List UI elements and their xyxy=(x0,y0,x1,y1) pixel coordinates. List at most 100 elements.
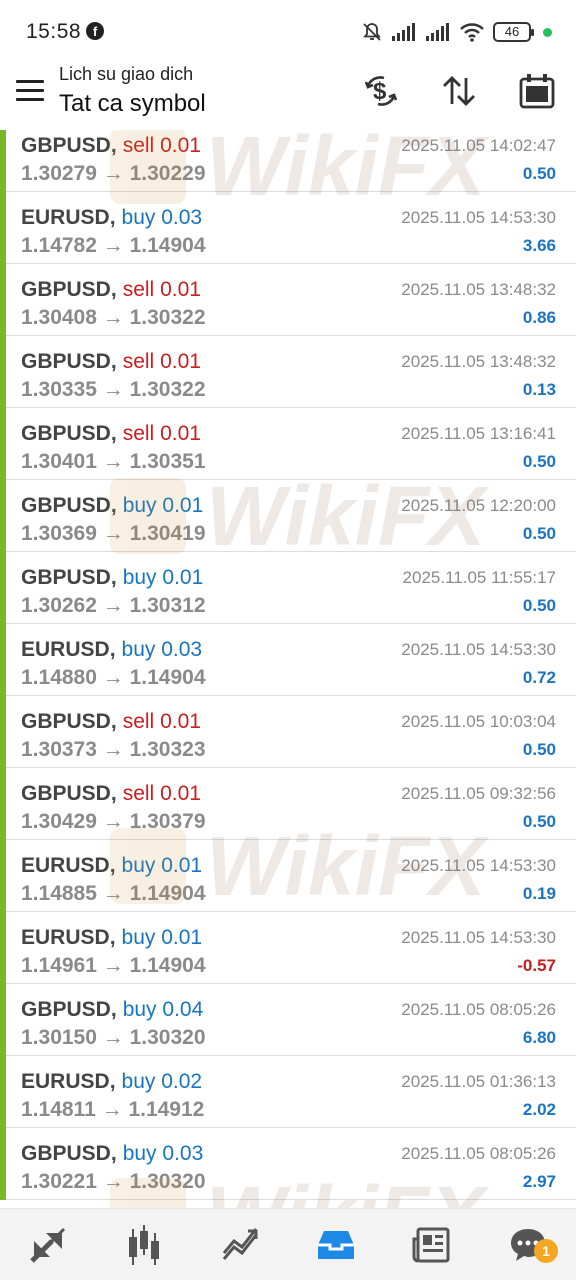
calendar-icon[interactable] xyxy=(518,72,556,110)
close-price: 1.14912 xyxy=(128,1098,205,1121)
trade-row[interactable]: GBPUSD, sell 0.01 1.30279 → 1.30229 2025.11… xyxy=(0,130,576,192)
trade-header: EURUSD, buy 0.03 xyxy=(21,206,202,230)
trade-prices: 1.14880 → 1.14904 xyxy=(21,666,206,690)
trade-row[interactable]: EURUSD, buy 0.03 1.14782 → 1.14904 2025.11.… xyxy=(0,192,576,264)
row-status-bar xyxy=(0,912,6,984)
open-price: 1.14782 xyxy=(21,234,97,257)
trade-header: GBPUSD, buy 0.03 xyxy=(21,1142,203,1166)
trade-separator: , xyxy=(109,206,116,229)
trade-row[interactable]: GBPUSD, sell 0.01 1.30408 → 1.30322 2025.11… xyxy=(0,264,576,336)
trade-volume: 0.04 xyxy=(162,998,204,1021)
trade-profit: 0.50 xyxy=(522,596,556,615)
trade-volume: 0.01 xyxy=(161,926,203,949)
close-price: 1.30320 xyxy=(129,1170,206,1193)
trade-row[interactable]: GBPUSD, sell 0.01 1.30335 → 1.30322 2025.11… xyxy=(0,336,576,408)
arrow-right-icon: → xyxy=(96,666,130,689)
trade-prices: 1.30401 → 1.30351 xyxy=(21,450,206,474)
trade-row[interactable]: EURUSD, buy 0.03 1.14880 → 1.14904 2025.11.… xyxy=(0,624,576,696)
trade-time: 2025.11.05 08:05:26 xyxy=(401,1144,556,1163)
privacy-dot xyxy=(543,27,552,37)
trade-profit: 0.50 xyxy=(522,812,556,831)
trade-prices: 1.14782 → 1.14904 xyxy=(21,234,206,258)
row-status-bar xyxy=(0,984,6,1056)
bottom-nav: 1 xyxy=(0,1208,576,1280)
trade-row[interactable]: GBPUSD, buy 0.04 1.30150 → 1.30320 2025.11.… xyxy=(0,984,576,1056)
header-subtitle: Lich su giao dich xyxy=(59,64,194,84)
arrow-right-icon: → xyxy=(96,738,130,761)
dollar-exchange-icon[interactable]: $ xyxy=(362,72,400,110)
trade-row[interactable]: EURUSD, buy 0.01 1.14885 → 1.14904 2025.11.… xyxy=(0,840,576,912)
facebook-icon: f xyxy=(86,22,104,40)
trade-row[interactable]: GBPUSD, sell 0.01 1.30429 → 1.30379 2025.11… xyxy=(0,768,576,840)
arrow-right-icon: → xyxy=(96,882,130,905)
trade-profit: 0.72 xyxy=(522,668,556,687)
trade-profit: 0.50 xyxy=(522,164,556,183)
row-status-bar xyxy=(0,264,6,336)
trade-header: GBPUSD, buy 0.01 xyxy=(21,494,203,518)
trade-volume: 0.03 xyxy=(162,1142,204,1165)
trade-profit: 0.13 xyxy=(522,380,556,399)
chart-icon xyxy=(129,1224,159,1265)
notification-badge: 1 xyxy=(534,1239,558,1263)
trade-volume: 0.01 xyxy=(160,350,201,373)
trade-time: 2025.11.05 13:48:32 xyxy=(401,280,556,299)
trade-header: EURUSD, buy 0.01 xyxy=(21,854,202,878)
trade-header: GBPUSD, sell 0.01 xyxy=(21,350,201,374)
trade-row[interactable]: GBPUSD, buy 0.01 1.30262 → 1.30312 2025.11.… xyxy=(0,552,576,624)
trade-volume: 0.01 xyxy=(162,494,204,517)
nav-quotes[interactable] xyxy=(0,1209,96,1280)
arrow-right-icon: → xyxy=(96,1026,130,1049)
trade-row[interactable]: GBPUSD, sell 0.01 1.30373 → 1.30323 2025.11… xyxy=(0,696,576,768)
nav-messages[interactable]: 1 xyxy=(480,1209,576,1280)
status-bar: 15:58 f 46 xyxy=(0,0,576,62)
menu-icon[interactable] xyxy=(16,80,44,104)
open-price: 1.30429 xyxy=(21,810,97,833)
trade-time: 2025.11.05 01:36:13 xyxy=(401,1072,556,1091)
trade-action: sell xyxy=(122,422,155,445)
trade-prices: 1.30369 → 1.30419 xyxy=(21,522,206,546)
trade-header: EURUSD, buy 0.03 xyxy=(21,638,202,662)
trade-time: 2025.11.05 14:53:30 xyxy=(401,856,556,875)
header-title[interactable]: Tat ca symbol xyxy=(59,90,206,118)
nav-news[interactable] xyxy=(384,1209,480,1280)
trade-symbol: EURUSD xyxy=(21,1070,110,1093)
trade-separator: , xyxy=(109,1070,116,1093)
trade-separator: , xyxy=(110,278,117,301)
trade-volume: 0.01 xyxy=(160,422,201,445)
trade-row[interactable]: GBPUSD, buy 0.01 1.30369 → 1.30419 2025.11.… xyxy=(0,480,576,552)
trade-row[interactable]: EURUSD, buy 0.01 1.14961 → 1.14904 2025.11.… xyxy=(0,912,576,984)
open-price: 1.30369 xyxy=(21,522,97,545)
trade-action: buy xyxy=(122,494,157,517)
row-status-bar xyxy=(0,840,6,912)
trade-row[interactable]: GBPUSD, sell 0.01 1.30401 → 1.30351 2025.11… xyxy=(0,408,576,480)
row-status-bar xyxy=(0,1128,6,1200)
trade-separator: , xyxy=(110,710,117,733)
trade-time: 2025.11.05 14:53:30 xyxy=(401,928,556,947)
open-price: 1.30279 xyxy=(21,162,97,185)
trade-row[interactable]: GBPUSD, buy 0.03 1.30221 → 1.30320 2025.11.… xyxy=(0,1128,576,1200)
close-price: 1.14904 xyxy=(129,234,206,257)
trade-header: GBPUSD, buy 0.04 xyxy=(21,998,203,1022)
nav-history[interactable] xyxy=(288,1209,384,1280)
trade-symbol: EURUSD xyxy=(21,854,110,877)
close-price: 1.30229 xyxy=(129,162,206,185)
wifi-icon xyxy=(460,23,484,42)
trade-action: buy xyxy=(122,1142,157,1165)
trade-time: 2025.11.05 10:03:04 xyxy=(401,712,556,731)
close-price: 1.14904 xyxy=(129,954,206,977)
close-price: 1.30312 xyxy=(129,594,206,617)
trade-action: sell xyxy=(122,710,155,733)
trade-row[interactable]: EURUSD, buy 0.02 1.14811 → 1.14912 2025.11.… xyxy=(0,1056,576,1128)
arrow-right-icon: → xyxy=(95,1098,129,1121)
trade-action: buy xyxy=(121,854,156,877)
trade-action: sell xyxy=(122,134,155,157)
trade-history-list[interactable]: GBPUSD, sell 0.01 1.30279 → 1.30229 2025.11… xyxy=(0,130,576,1208)
arrow-right-icon: → xyxy=(96,378,130,401)
open-price: 1.14961 xyxy=(21,954,97,977)
trade-symbol: GBPUSD xyxy=(21,998,111,1021)
sort-arrows-icon[interactable] xyxy=(440,72,478,110)
nav-trade[interactable] xyxy=(192,1209,288,1280)
arrow-right-icon: → xyxy=(96,810,130,833)
nav-chart[interactable] xyxy=(96,1209,192,1280)
trade-prices: 1.14885 → 1.14904 xyxy=(21,882,206,906)
